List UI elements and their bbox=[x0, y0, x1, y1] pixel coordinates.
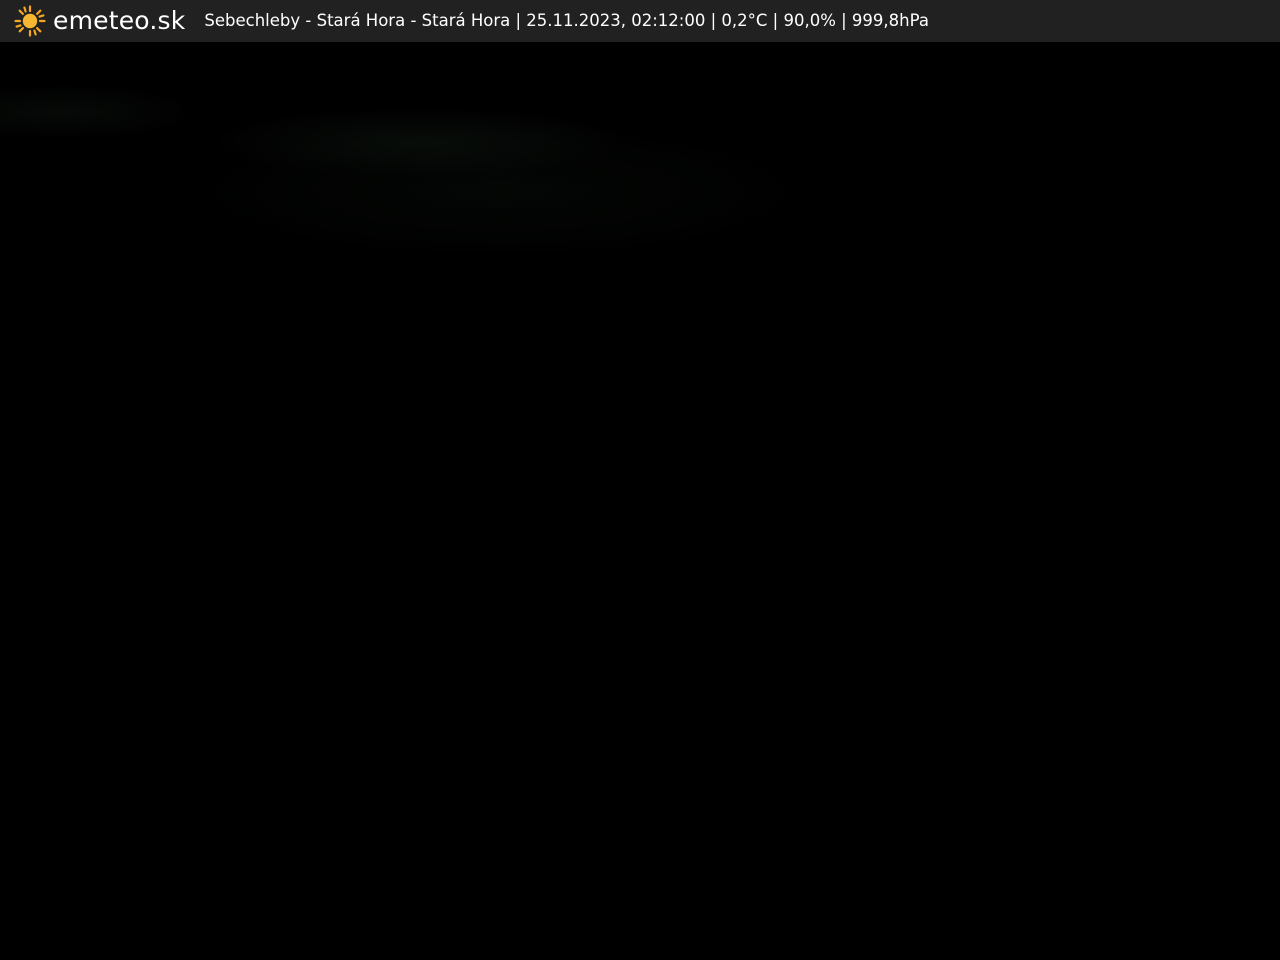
logo-text: emeteo.sk bbox=[53, 6, 186, 35]
info-bar: emeteo.sk Sebechleby - Stará Hora - Star… bbox=[0, 0, 1280, 42]
webcam-caption: Sebechleby - Stará Hora - Stará Hora | 2… bbox=[204, 11, 929, 30]
webcam-image bbox=[0, 42, 1280, 960]
webcam-frame: emeteo.sk Sebechleby - Stará Hora - Star… bbox=[0, 0, 1280, 960]
sun-icon bbox=[14, 5, 46, 37]
emeteo-logo[interactable]: emeteo.sk bbox=[14, 0, 185, 42]
